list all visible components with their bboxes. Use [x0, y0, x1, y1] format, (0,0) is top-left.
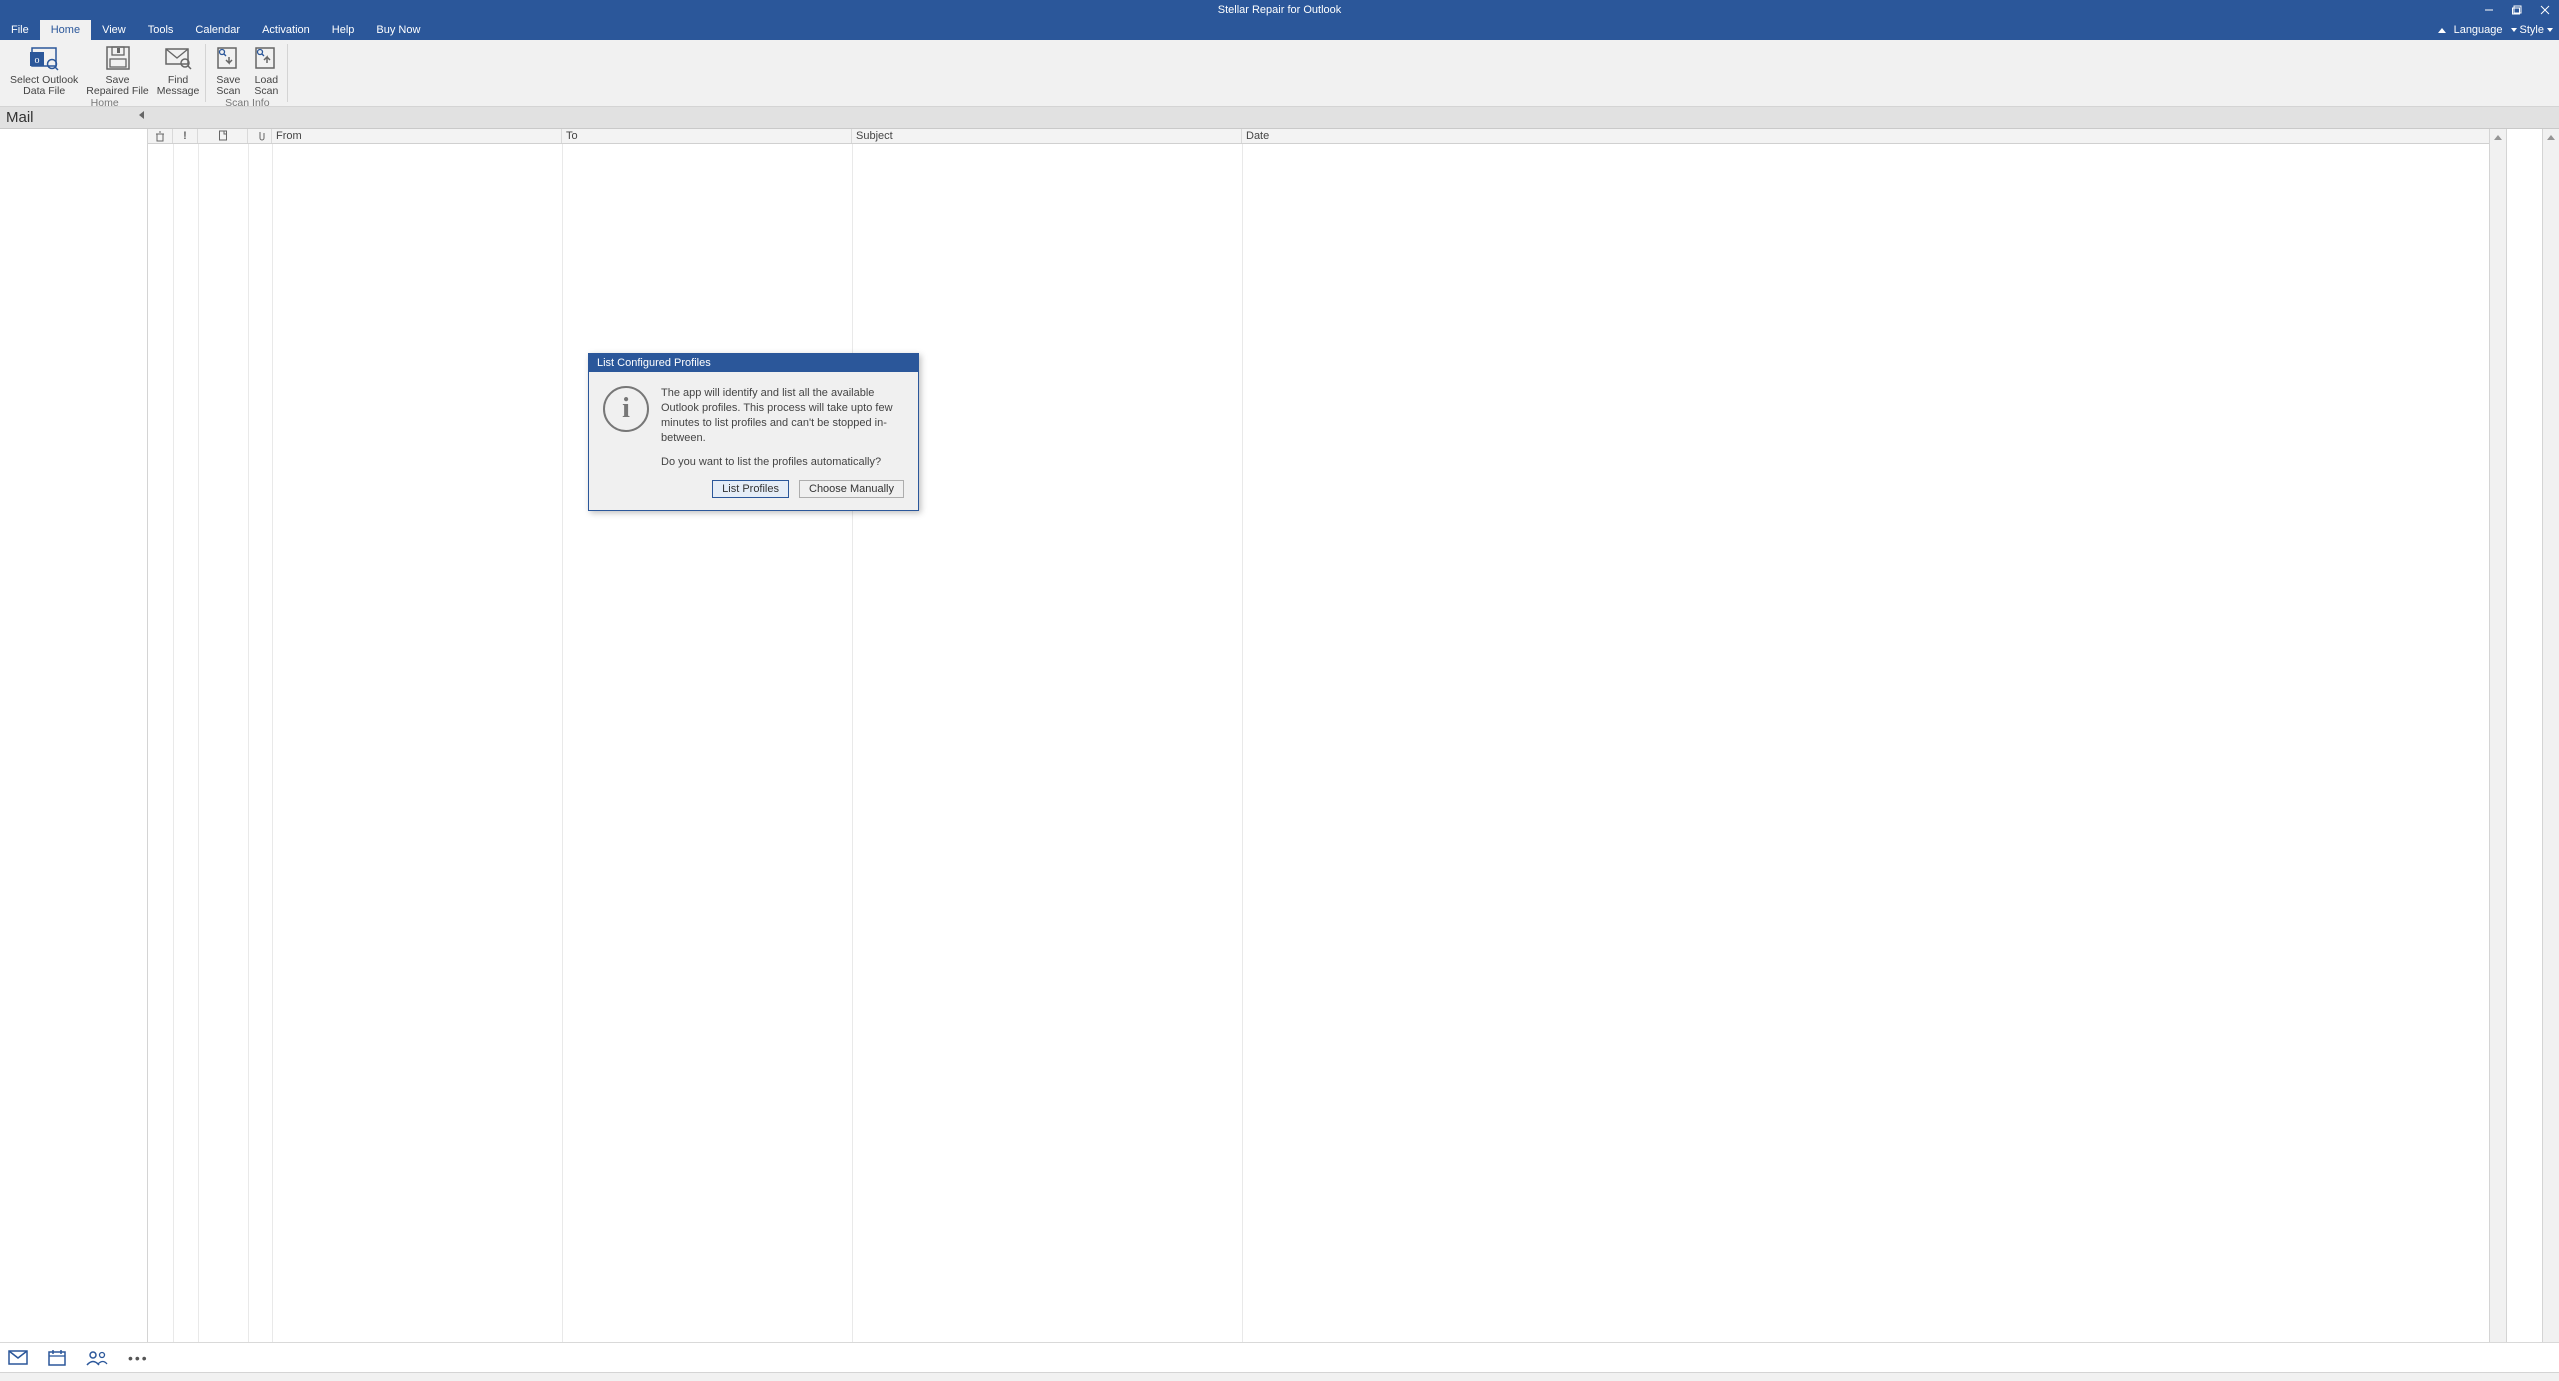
list-profiles-dialog: List Configured Profiles i The app will … — [588, 353, 919, 511]
list-profiles-button[interactable]: List Profiles — [712, 480, 789, 498]
choose-manually-button[interactable]: Choose Manually — [799, 480, 904, 498]
dialog-message: The app will identify and list all the a… — [661, 386, 904, 498]
dialog-overlay: List Configured Profiles i The app will … — [0, 0, 2559, 1381]
dialog-message-line1: The app will identify and list all the a… — [661, 386, 904, 445]
info-icon: i — [603, 386, 649, 432]
dialog-title: List Configured Profiles — [589, 354, 918, 372]
dialog-message-line2: Do you want to list the profiles automat… — [661, 455, 904, 470]
